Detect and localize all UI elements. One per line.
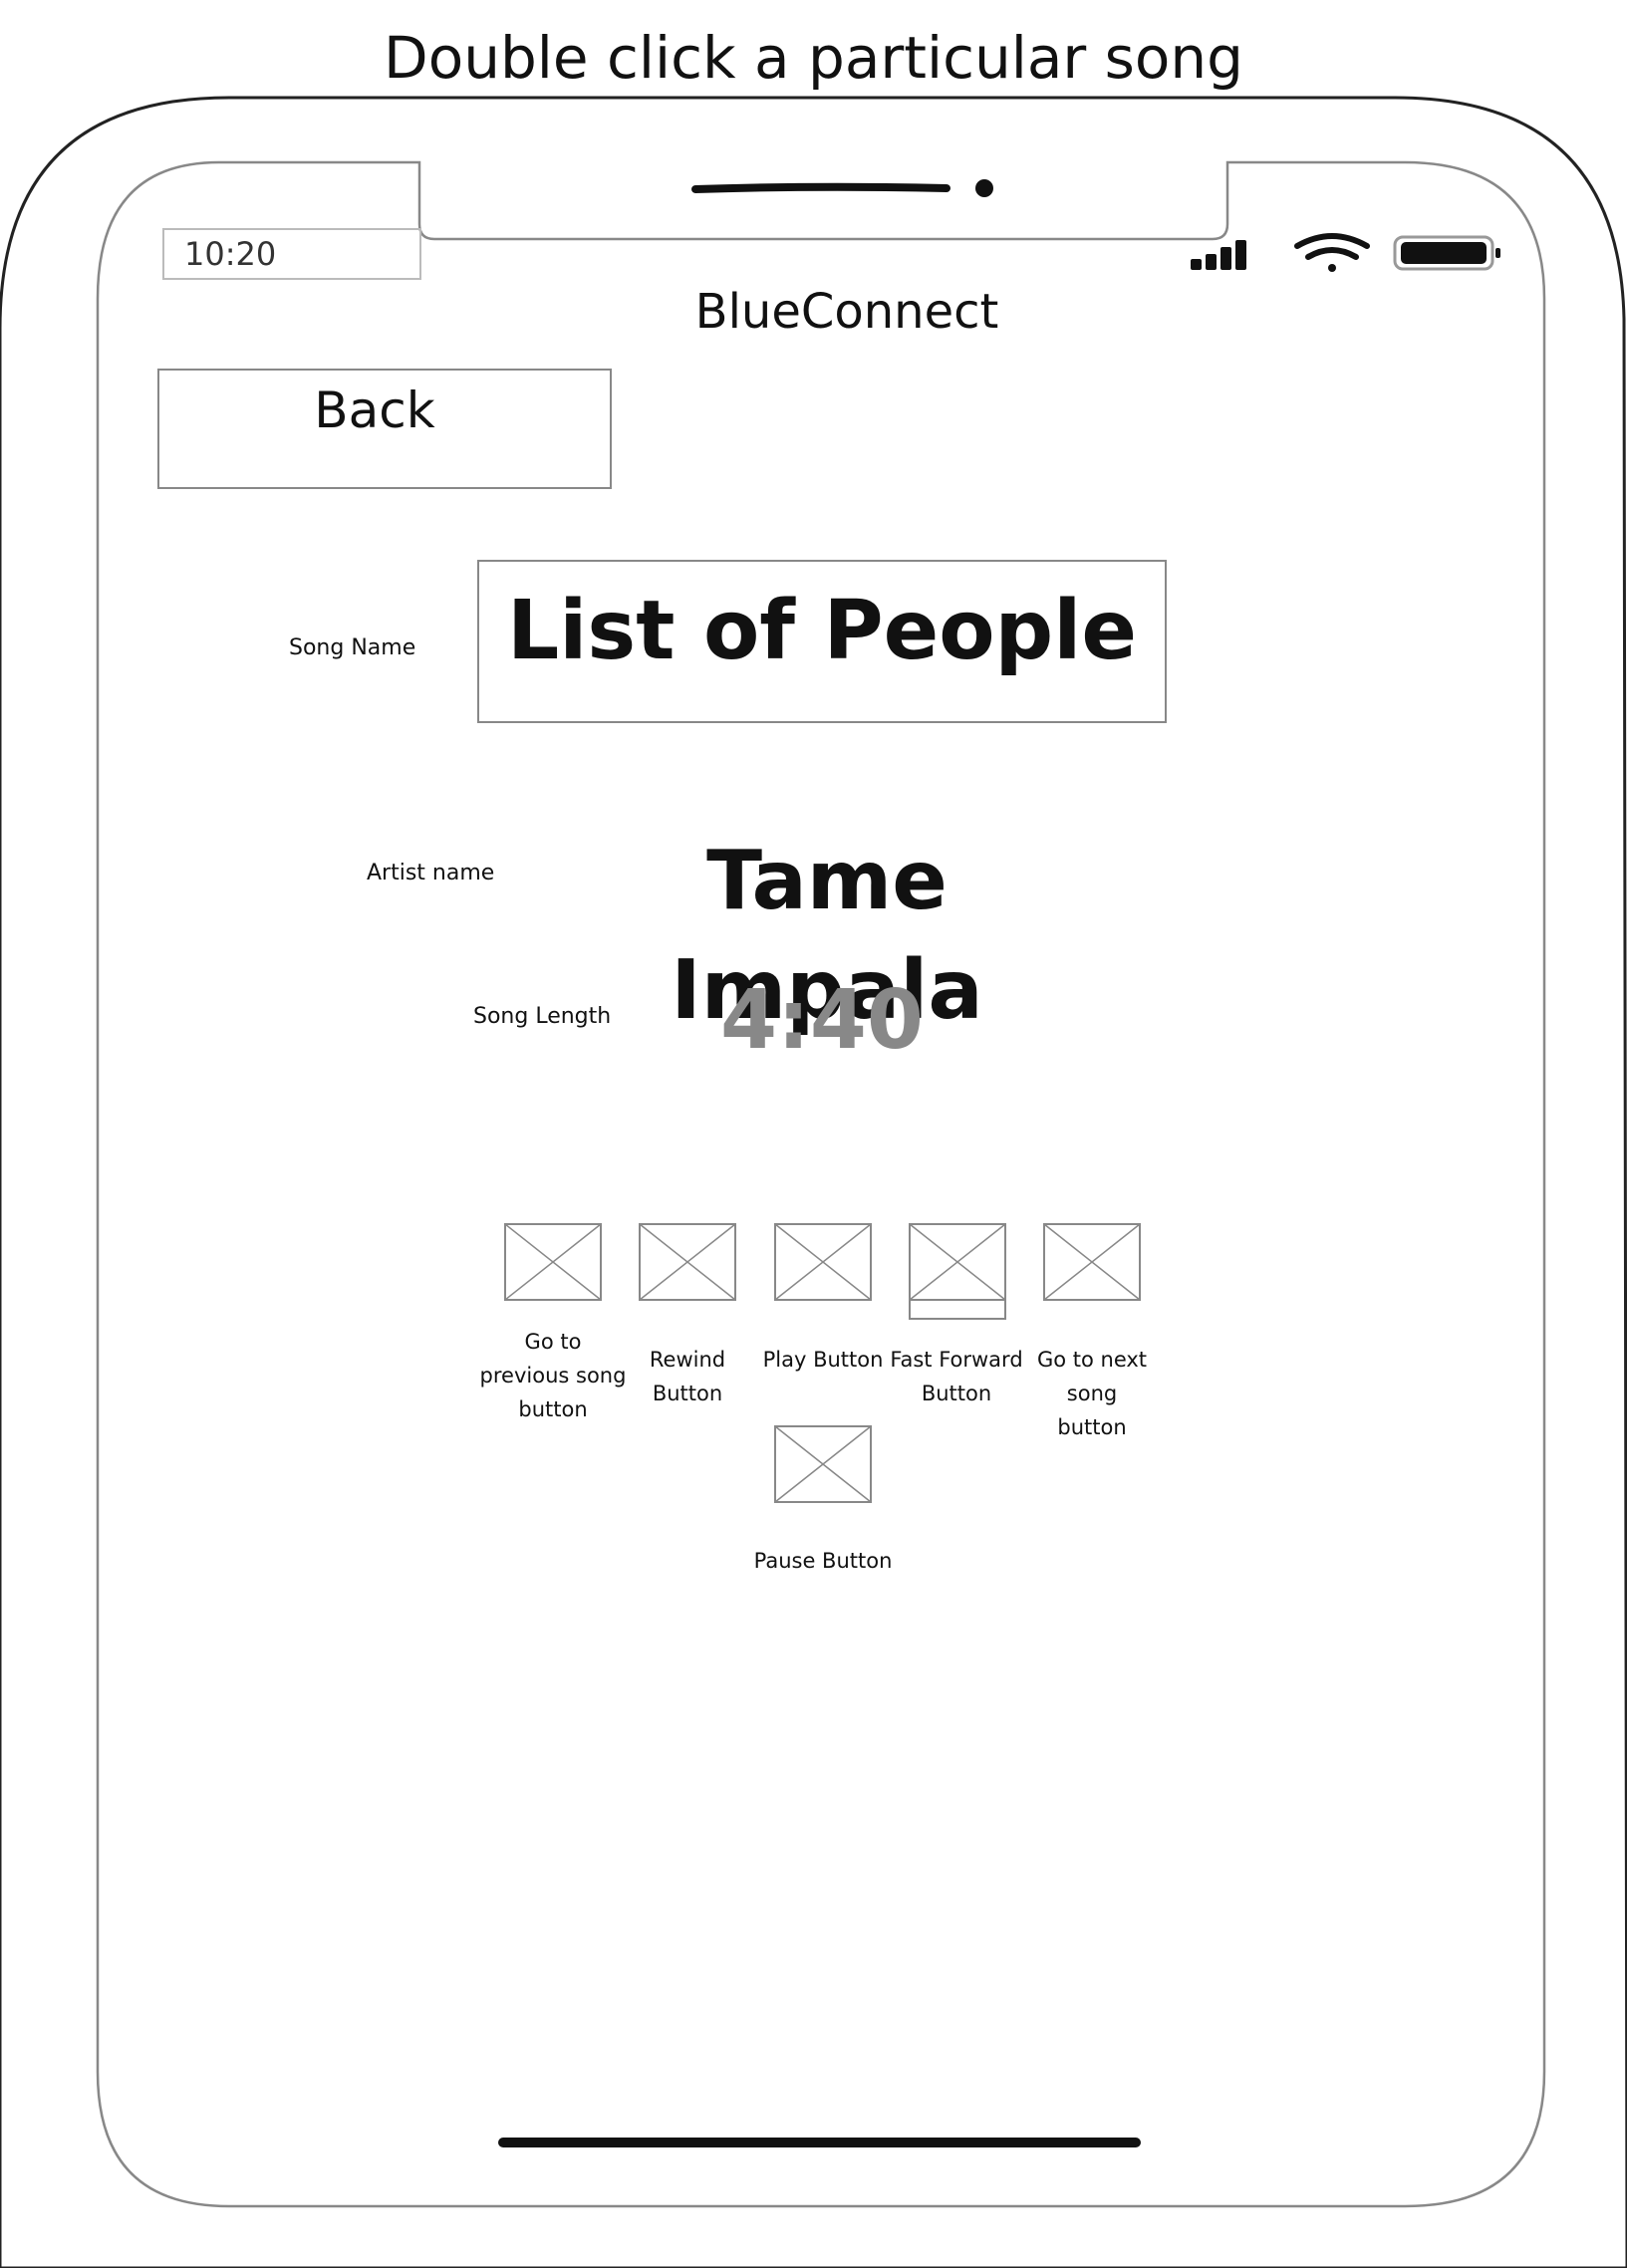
image-placeholder-icon <box>1043 1223 1141 1301</box>
status-bar-time: 10:20 <box>162 228 421 280</box>
image-placeholder-icon <box>504 1223 602 1301</box>
status-icons <box>1191 233 1500 272</box>
artist-name-label: Artist name <box>367 861 495 885</box>
fast-forward-label: Fast Forward Button <box>890 1348 1023 1405</box>
play-button[interactable] <box>774 1223 872 1301</box>
rewind-label: Rewind Button <box>649 1348 726 1405</box>
image-placeholder-icon <box>774 1425 872 1503</box>
pause-label: Pause Button <box>753 1549 893 1573</box>
pause-button[interactable] <box>774 1425 872 1503</box>
signal-icon <box>1191 240 1246 270</box>
image-placeholder-icon <box>774 1223 872 1301</box>
image-placeholder-icon <box>639 1223 736 1301</box>
home-indicator[interactable] <box>498 2138 1141 2147</box>
fast-forward-button[interactable] <box>909 1223 1006 1321</box>
song-name-field: List of People <box>477 560 1167 723</box>
song-length-value: 4:40 <box>720 973 924 1068</box>
song-name-label: Song Name <box>289 635 416 660</box>
battery-icon <box>1393 235 1500 271</box>
song-length-label: Song Length <box>473 1004 612 1029</box>
play-label: Play Button <box>762 1348 884 1372</box>
next-song-label: Go to next song button <box>1036 1348 1148 1439</box>
image-placeholder-icon <box>909 1223 1006 1320</box>
rewind-button[interactable] <box>639 1223 736 1301</box>
back-button[interactable]: Back <box>157 369 612 489</box>
wifi-icon <box>1294 233 1370 272</box>
app-title: BlueConnect <box>694 284 999 340</box>
next-song-button[interactable] <box>1043 1223 1141 1301</box>
previous-song-label: Go to previous song button <box>479 1330 627 1421</box>
previous-song-button[interactable] <box>504 1223 602 1301</box>
